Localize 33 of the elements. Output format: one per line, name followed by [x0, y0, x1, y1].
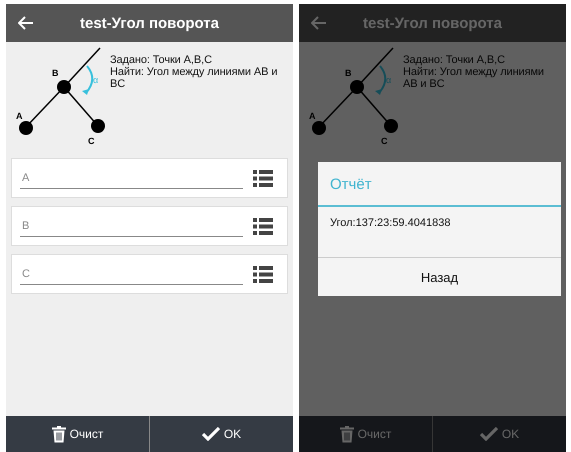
point-label: C — [381, 136, 388, 146]
clear-button[interactable]: Очист — [6, 416, 149, 452]
point-label: B — [52, 68, 58, 78]
screen-title: test-Угол поворота — [362, 14, 502, 32]
point-input-card[interactable]: C — [11, 254, 288, 294]
task-text: Найти: Угол между линиями AB и BC — [110, 66, 278, 90]
input-field[interactable]: B — [20, 216, 243, 236]
dialog-message: Угол:137:23:59.4041838 — [318, 207, 561, 258]
angle-label: α — [93, 75, 98, 85]
point-label: C — [88, 136, 94, 146]
task-text: Найти: Угол между линиями AB и BC — [403, 66, 545, 90]
ok-button[interactable]: OK — [149, 416, 293, 452]
task-text: Задано: Точки A,B,C — [110, 54, 213, 66]
point-label: B — [345, 68, 352, 78]
list-icon[interactable] — [253, 218, 273, 234]
trash-icon — [340, 426, 354, 442]
trash-icon — [52, 426, 66, 442]
list-icon[interactable] — [253, 266, 273, 282]
input-field[interactable]: A — [20, 168, 243, 188]
angle-label: α — [386, 75, 392, 85]
check-icon — [480, 427, 498, 441]
back-button[interactable]: Назад — [318, 258, 561, 296]
point-input-card[interactable]: B — [11, 206, 288, 246]
dialog-title: Отчёт — [318, 162, 561, 207]
check-icon — [202, 427, 220, 441]
back-arrow-icon[interactable] — [18, 16, 34, 30]
list-icon[interactable] — [253, 170, 273, 186]
point-label: A — [309, 111, 316, 121]
point-input-card[interactable]: A — [11, 158, 288, 198]
screen-title: test-Угол поворота — [80, 14, 219, 32]
task-text: Задано: Точки A,B,C — [403, 54, 506, 66]
input-field[interactable]: C — [20, 264, 243, 284]
point-label: A — [16, 111, 22, 121]
